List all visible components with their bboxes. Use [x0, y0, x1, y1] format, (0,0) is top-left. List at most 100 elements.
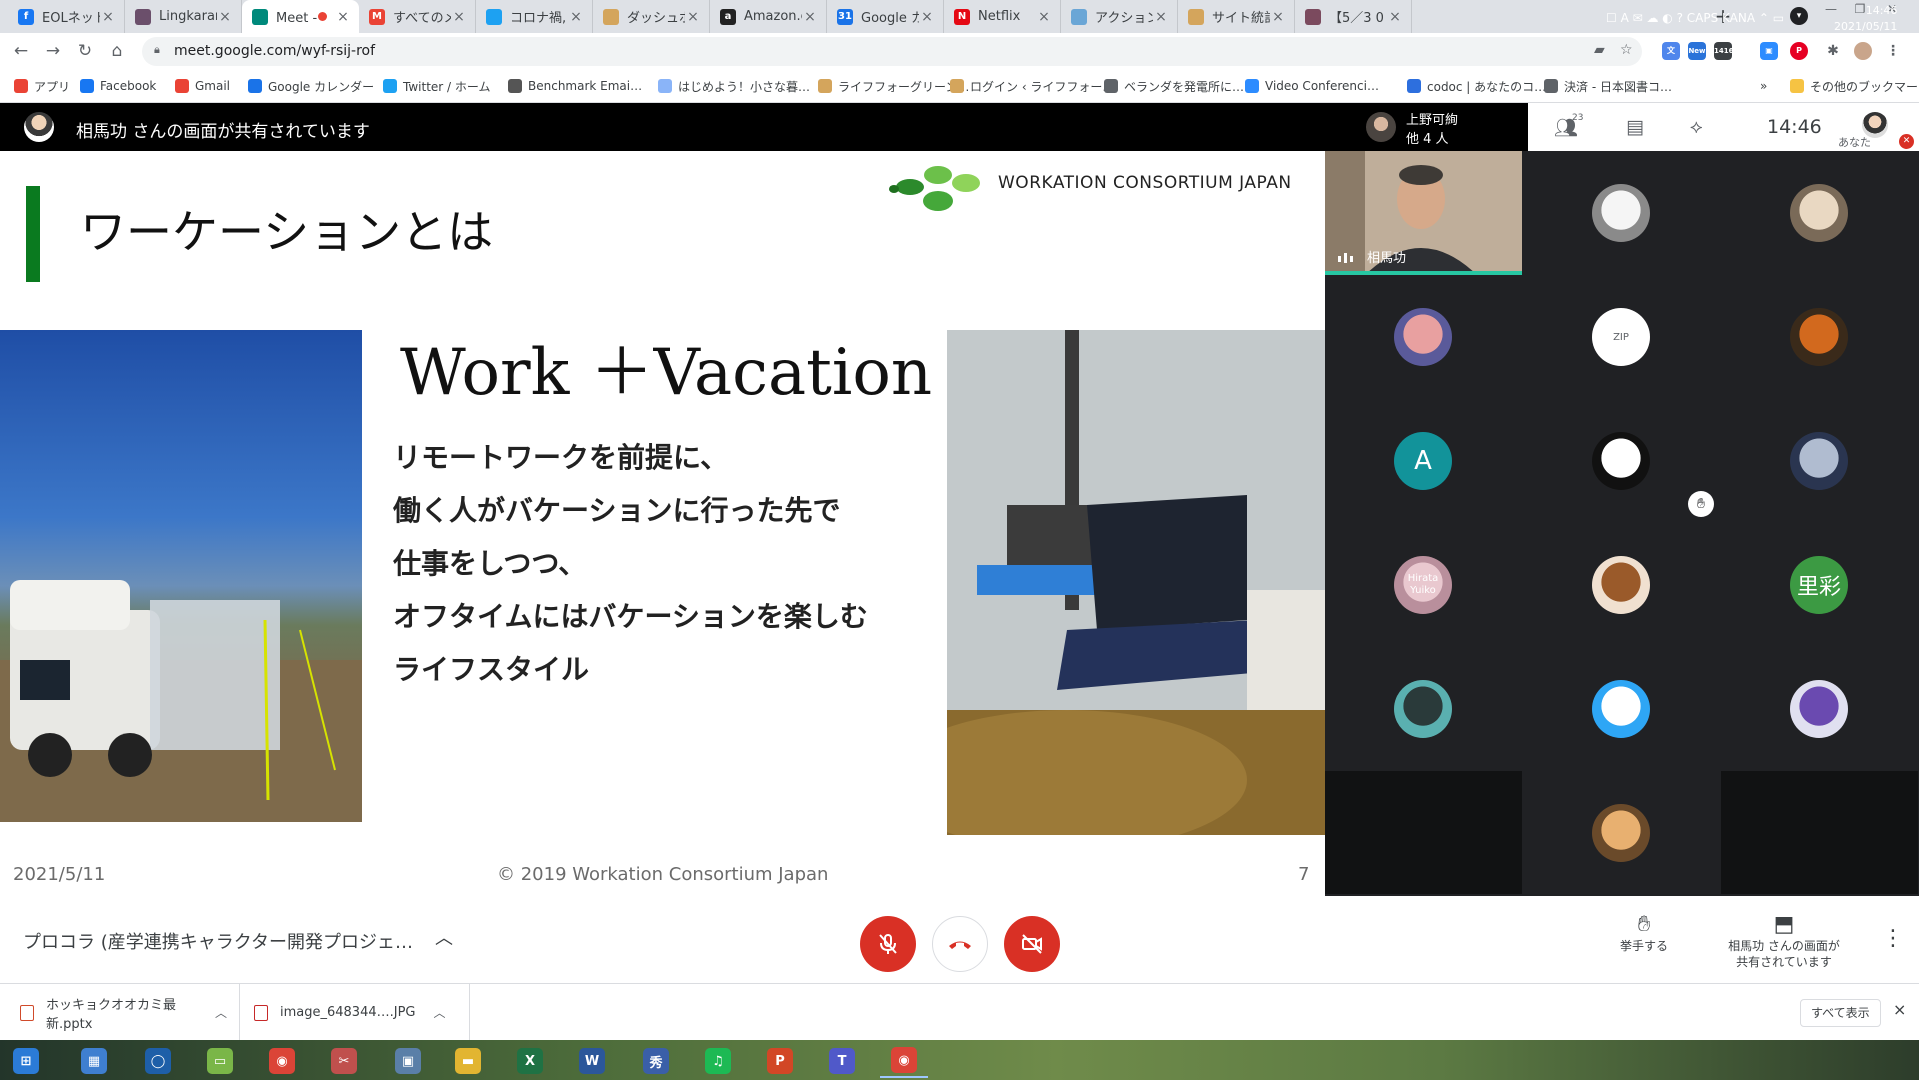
taskbar-start-icon[interactable]: ⊞	[2, 1044, 50, 1078]
profile-avatar-icon[interactable]	[1854, 42, 1872, 60]
tab-close-icon[interactable]: ×	[919, 9, 935, 25]
participant-tile[interactable]: Hirata Yuiko	[1325, 523, 1522, 646]
tab-close-icon[interactable]: ×	[217, 9, 233, 25]
tab-close-icon[interactable]: ×	[685, 9, 701, 25]
browser-tab[interactable]: ダッシュボード×	[593, 0, 710, 33]
tab-search-icon[interactable]: ▾	[1790, 7, 1808, 25]
microphone-toggle-button[interactable]	[860, 916, 916, 972]
show-all-downloads-button[interactable]: すべて表示	[1800, 999, 1881, 1027]
taskbar-explorer-icon[interactable]: ▬	[444, 1044, 492, 1078]
translate-extension-icon[interactable]: 文	[1662, 42, 1680, 60]
raise-hand-button[interactable]: ✋︎ 挙手する	[1604, 912, 1684, 954]
camera-toggle-button[interactable]	[1004, 916, 1060, 972]
browser-tab[interactable]: Meet - プ ×	[242, 0, 359, 33]
bookmark-item[interactable]: 決済 - 日本図書コ…	[1544, 77, 1672, 95]
tab-close-icon[interactable]: ×	[1270, 9, 1286, 25]
reload-icon[interactable]: ↻	[74, 40, 96, 62]
bookmark-item[interactable]: ライフフォーグリーン…	[818, 77, 969, 95]
tab-close-icon[interactable]: ×	[335, 9, 351, 25]
participant-tile[interactable]	[1523, 771, 1720, 894]
participant-tile[interactable]	[1721, 647, 1918, 770]
tab-close-icon[interactable]: ×	[568, 9, 584, 25]
browser-tab[interactable]: M すべてのメール×	[359, 0, 476, 33]
taskbar-powerpoint-icon[interactable]: P	[756, 1044, 804, 1078]
bookmark-item[interactable]: Google カレンダー	[248, 77, 374, 95]
pinterest-extension-icon[interactable]: P	[1790, 42, 1808, 60]
bookmark-item[interactable]: Benchmark Emai…	[508, 77, 642, 95]
camera-in-use-icon[interactable]: ▰	[1594, 42, 1605, 58]
presentation-indicator[interactable]: ⬒ 相馬功 さんの画面が 共有されています	[1714, 912, 1854, 970]
taskbar-snipping-icon[interactable]: ✂	[320, 1044, 368, 1078]
chevron-up-icon[interactable]: ︿	[215, 1004, 227, 1021]
participant-tile[interactable]	[1523, 151, 1720, 274]
taskbar-sticky-icon[interactable]: ▭	[196, 1044, 244, 1078]
new-badge-extension-icon[interactable]: New	[1688, 42, 1706, 60]
tab-close-icon[interactable]: ×	[1036, 9, 1052, 25]
browser-tab[interactable]: サイト統計情報×	[1178, 0, 1295, 33]
browser-menu-icon[interactable]: ⋮	[1884, 42, 1902, 60]
taskbar-spotify-icon[interactable]: ♫	[694, 1044, 742, 1078]
bookmark-item[interactable]: ログイン ‹ ライフフォー…	[950, 77, 1114, 95]
bookmark-item[interactable]: Gmail	[175, 77, 230, 95]
system-tray[interactable]: ☐ A ✉ ☁ ◐ ? CAPS KANA ⌃ ▭	[1606, 11, 1784, 25]
participant-tile[interactable]	[1721, 151, 1918, 274]
close-download-shelf-icon[interactable]: ×	[1893, 1000, 1906, 1019]
browser-tab[interactable]: 31 Google カレン×	[827, 0, 944, 33]
taskbar-chrome-icon[interactable]: ◉	[258, 1044, 306, 1078]
zoom-extension-icon[interactable]: ▣	[1760, 42, 1778, 60]
browser-tab[interactable]: 【5／3 0（E×	[1295, 0, 1412, 33]
bookmark-item[interactable]: Video Conferenci…	[1245, 77, 1379, 95]
participant-tile[interactable]	[1325, 647, 1522, 770]
tab-close-icon[interactable]: ×	[1387, 9, 1403, 25]
taskbar-word-icon[interactable]: W	[568, 1044, 616, 1078]
bookmarks-overflow-icon[interactable]: »	[1760, 77, 1767, 95]
browser-tab[interactable]: コロナ禍, AIセ×	[476, 0, 593, 33]
tab-close-icon[interactable]: ×	[451, 9, 467, 25]
participant-tile[interactable]: A	[1325, 399, 1522, 522]
bookmark-item[interactable]: ベランダを発電所に…	[1104, 77, 1244, 95]
taskbar-excel-icon[interactable]: X	[506, 1044, 554, 1078]
tab-close-icon[interactable]: ×	[1153, 9, 1169, 25]
taskbar-file-explorer-tile-icon[interactable]: ▦	[70, 1044, 118, 1078]
participant-tile[interactable]	[1721, 275, 1918, 398]
participant-tile[interactable]	[1721, 399, 1918, 522]
browser-tab[interactable]: N Netflix ×	[944, 0, 1061, 33]
chevron-up-icon[interactable]: ︿	[435, 924, 453, 950]
more-options-icon[interactable]: ⋮	[1882, 926, 1904, 951]
tab-close-icon[interactable]: ×	[802, 9, 818, 25]
browser-tab[interactable]: a Amazon.co.jp×	[710, 0, 827, 33]
participant-tile[interactable]	[1325, 275, 1522, 398]
bookmark-item[interactable]: アプリ	[14, 77, 70, 95]
participant-tile[interactable]: ZIP	[1523, 275, 1720, 398]
bookmark-star-icon[interactable]: ☆	[1620, 42, 1633, 58]
taskbar-cortana-icon[interactable]: ◯	[134, 1044, 182, 1078]
back-icon[interactable]: ←	[10, 40, 32, 62]
home-icon[interactable]: ⌂	[106, 40, 128, 62]
address-bar[interactable]: 🔒︎ meet.google.com/wyf-rsij-rof ▰ ☆	[142, 37, 1642, 66]
bookmark-item[interactable]: Facebook	[80, 77, 156, 95]
bookmark-item[interactable]: はじめよう！小さな暮…	[658, 77, 810, 95]
browser-tab[interactable]: f EOLネットワーク×	[8, 0, 125, 33]
participant-tile[interactable]	[1523, 523, 1720, 646]
active-speaker-chip[interactable]: 上野可絢 他 4 人	[1356, 103, 1526, 151]
bookmark-item[interactable]: codoc | あなたのコ…	[1407, 77, 1546, 95]
download-item[interactable]: image_648344….JPG ︿	[240, 984, 470, 1041]
participant-tile[interactable]	[1523, 647, 1720, 770]
bookmark-item[interactable]: Twitter / ホーム	[383, 77, 491, 95]
browser-tab[interactable]: アクション！SDG×	[1061, 0, 1178, 33]
forward-icon[interactable]: →	[42, 40, 64, 62]
taskbar-teams-icon[interactable]: T	[818, 1044, 866, 1078]
taskbar-ime-icon[interactable]: 秀	[632, 1044, 680, 1078]
browser-tab[interactable]: Lingkaran -×	[125, 0, 242, 33]
leave-call-button[interactable]	[932, 916, 988, 972]
activities-icon[interactable]: ⟡	[1690, 116, 1703, 138]
other-bookmarks[interactable]: その他のブックマーク	[1790, 77, 1919, 95]
speaker-video-tile[interactable]: 相馬功	[1325, 151, 1522, 275]
system-clock[interactable]: 14:46 2021/05/11	[1834, 3, 1897, 35]
taskbar-remote-icon[interactable]: ▣	[384, 1044, 432, 1078]
participant-tile[interactable]: 里彩	[1721, 523, 1918, 646]
chat-icon[interactable]: ▤	[1626, 116, 1644, 138]
download-item[interactable]: ホッキョクオオカミ最新.pptx ︿	[0, 984, 240, 1041]
chevron-up-icon[interactable]: ︿	[434, 1004, 446, 1021]
count-badge-extension-icon[interactable]: 1416	[1714, 42, 1733, 60]
